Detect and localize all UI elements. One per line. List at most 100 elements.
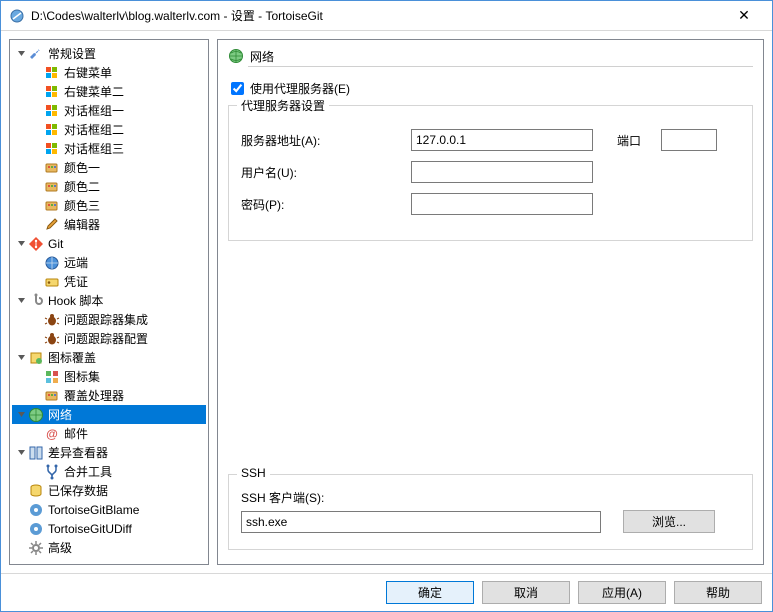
proxy-settings-group: 代理服务器设置 服务器地址(A): 端口 用户名(U): 密码(P): [228, 105, 753, 241]
palette-icon [44, 198, 60, 214]
tree-item-5[interactable]: 对话框组三 [12, 139, 206, 158]
tree-item-3[interactable]: 对话框组一 [12, 101, 206, 120]
tree-item-26[interactable]: 高级 [12, 538, 206, 557]
tree-item-label: 合并工具 [64, 463, 112, 480]
tree-item-7[interactable]: 颜色二 [12, 177, 206, 196]
use-proxy-label: 使用代理服务器(E) [250, 80, 350, 97]
password-input[interactable] [411, 193, 593, 215]
browse-button[interactable]: 浏览... [623, 510, 715, 533]
git-icon [28, 236, 44, 252]
tree-item-8[interactable]: 颜色三 [12, 196, 206, 215]
tree-item-25[interactable]: TortoiseGitUDiff [12, 519, 206, 538]
tree-item-label: 凭证 [64, 273, 88, 290]
close-button[interactable]: ✕ [724, 1, 764, 30]
app-icon [9, 8, 25, 24]
tree-item-label: 右键菜单二 [64, 83, 124, 100]
tree-item-4[interactable]: 对话框组二 [12, 120, 206, 139]
tree-item-label: Git [48, 237, 63, 251]
settings-tree[interactable]: 常规设置右键菜单右键菜单二对话框组一对话框组二对话框组三颜色一颜色二颜色三编辑器… [9, 39, 209, 565]
svg-text:@: @ [46, 427, 58, 441]
username-input[interactable] [411, 161, 593, 183]
expand-icon[interactable] [14, 448, 28, 457]
overlay-icon [28, 350, 44, 366]
tree-item-label: 颜色一 [64, 159, 100, 176]
tree-item-16[interactable]: 图标覆盖 [12, 348, 206, 367]
ssh-client-input[interactable] [241, 511, 601, 533]
tree-item-23[interactable]: 已保存数据 [12, 481, 206, 500]
use-proxy-checkbox[interactable]: 使用代理服务器(E) [231, 80, 753, 97]
tree-item-24[interactable]: TortoiseGitBlame [12, 500, 206, 519]
content-area: 常规设置右键菜单右键菜单二对话框组一对话框组二对话框组三颜色一颜色二颜色三编辑器… [1, 31, 772, 573]
tree-item-label: 颜色三 [64, 197, 100, 214]
port-input[interactable] [661, 129, 717, 151]
tree-item-label: 编辑器 [64, 216, 100, 233]
net-icon [28, 407, 44, 423]
bug-icon [44, 331, 60, 347]
tree-item-17[interactable]: 图标集 [12, 367, 206, 386]
titlebar: D:\Codes\walterlv\blog.walterlv.com - 设置… [1, 1, 772, 31]
tree-item-15[interactable]: 问题跟踪器配置 [12, 329, 206, 348]
tree-item-label: TortoiseGitBlame [48, 503, 139, 517]
expand-icon[interactable] [14, 49, 28, 58]
hook-icon [28, 293, 44, 309]
tree-item-11[interactable]: 远端 [12, 253, 206, 272]
divider [248, 66, 753, 67]
expand-icon[interactable] [14, 353, 28, 362]
globe-icon [44, 255, 60, 271]
diff-icon [28, 445, 44, 461]
tree-item-label: 差异查看器 [48, 444, 108, 461]
tree-item-label: 颜色二 [64, 178, 100, 195]
tree-item-1[interactable]: 右键菜单 [12, 63, 206, 82]
help-button[interactable]: 帮助 [674, 581, 762, 604]
use-proxy-input[interactable] [231, 82, 244, 95]
tree-item-label: 已保存数据 [48, 482, 108, 499]
tree-item-6[interactable]: 颜色一 [12, 158, 206, 177]
tree-item-14[interactable]: 问题跟踪器集成 [12, 310, 206, 329]
wrench-icon [28, 46, 44, 62]
tree-item-19[interactable]: 网络 [12, 405, 206, 424]
tree-item-12[interactable]: 凭证 [12, 272, 206, 291]
tree-item-13[interactable]: Hook 脚本 [12, 291, 206, 310]
ssh-group: SSH SSH 客户端(S): 浏览... [228, 474, 753, 550]
tree-item-label: 对话框组三 [64, 140, 124, 157]
tree-item-label: 远端 [64, 254, 88, 271]
tgit-icon [28, 502, 44, 518]
winflag-icon [44, 84, 60, 100]
mail-icon: @ [44, 426, 60, 442]
server-address-label: 服务器地址(A): [241, 132, 411, 149]
winflag-icon [44, 122, 60, 138]
tree-item-20[interactable]: @ 邮件 [12, 424, 206, 443]
ssh-client-label: SSH 客户端(S): [241, 489, 740, 506]
tree-item-label: 网络 [48, 406, 72, 423]
winflag-icon [44, 103, 60, 119]
tree-item-label: 覆盖处理器 [64, 387, 124, 404]
port-label: 端口 [617, 132, 641, 149]
tree-item-18[interactable]: 覆盖处理器 [12, 386, 206, 405]
expand-icon[interactable] [14, 239, 28, 248]
tree-item-2[interactable]: 右键菜单二 [12, 82, 206, 101]
tree-item-22[interactable]: 合并工具 [12, 462, 206, 481]
server-address-input[interactable] [411, 129, 593, 151]
tree-item-label: Hook 脚本 [48, 292, 103, 309]
tree-item-0[interactable]: 常规设置 [12, 44, 206, 63]
cred-icon [44, 274, 60, 290]
tree-item-label: 对话框组一 [64, 102, 124, 119]
cancel-button[interactable]: 取消 [482, 581, 570, 604]
tree-item-label: 图标集 [64, 368, 100, 385]
ssh-group-legend: SSH [237, 466, 270, 480]
tree-item-10[interactable]: Git [12, 234, 206, 253]
expand-icon[interactable] [14, 296, 28, 305]
apply-button[interactable]: 应用(A) [578, 581, 666, 604]
network-icon [228, 48, 244, 64]
adv-icon [28, 540, 44, 556]
tree-item-label: 问题跟踪器集成 [64, 311, 148, 328]
merge-icon [44, 464, 60, 480]
tree-item-label: 问题跟踪器配置 [64, 330, 148, 347]
settings-page: 网络 使用代理服务器(E) 代理服务器设置 服务器地址(A): 端口 用户名(U… [217, 39, 764, 565]
palette-icon [44, 388, 60, 404]
expand-icon[interactable] [14, 410, 28, 419]
ok-button[interactable]: 确定 [386, 581, 474, 604]
tree-item-21[interactable]: 差异查看器 [12, 443, 206, 462]
tree-item-9[interactable]: 编辑器 [12, 215, 206, 234]
tree-item-label: 邮件 [64, 425, 88, 442]
